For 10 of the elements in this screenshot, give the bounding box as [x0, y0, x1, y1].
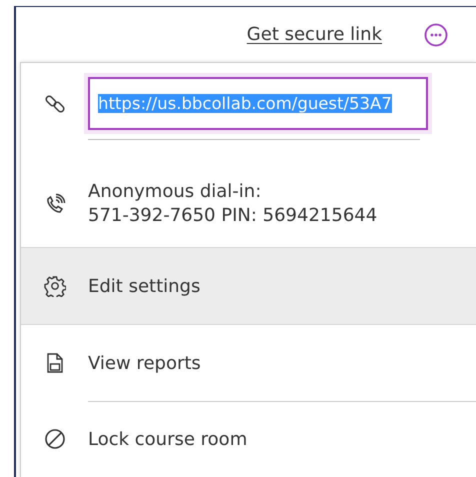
- menu-item[interactable]: View reports: [21, 324, 476, 401]
- get-secure-link[interactable]: Get secure link: [246, 24, 382, 45]
- menu-item[interactable]: Edit settings: [21, 247, 476, 324]
- settings-icon: [44, 275, 66, 297]
- blocked-icon: [44, 428, 66, 450]
- dial-in-text: 571-392-7650 PIN: 5694215644: [88, 204, 378, 228]
- link-icon: [44, 93, 66, 115]
- more-icon[interactable]: [424, 22, 448, 46]
- dial-in-text: Anonymous dial-in:: [88, 180, 262, 204]
- menu-item[interactable]: Lock course room: [21, 401, 476, 477]
